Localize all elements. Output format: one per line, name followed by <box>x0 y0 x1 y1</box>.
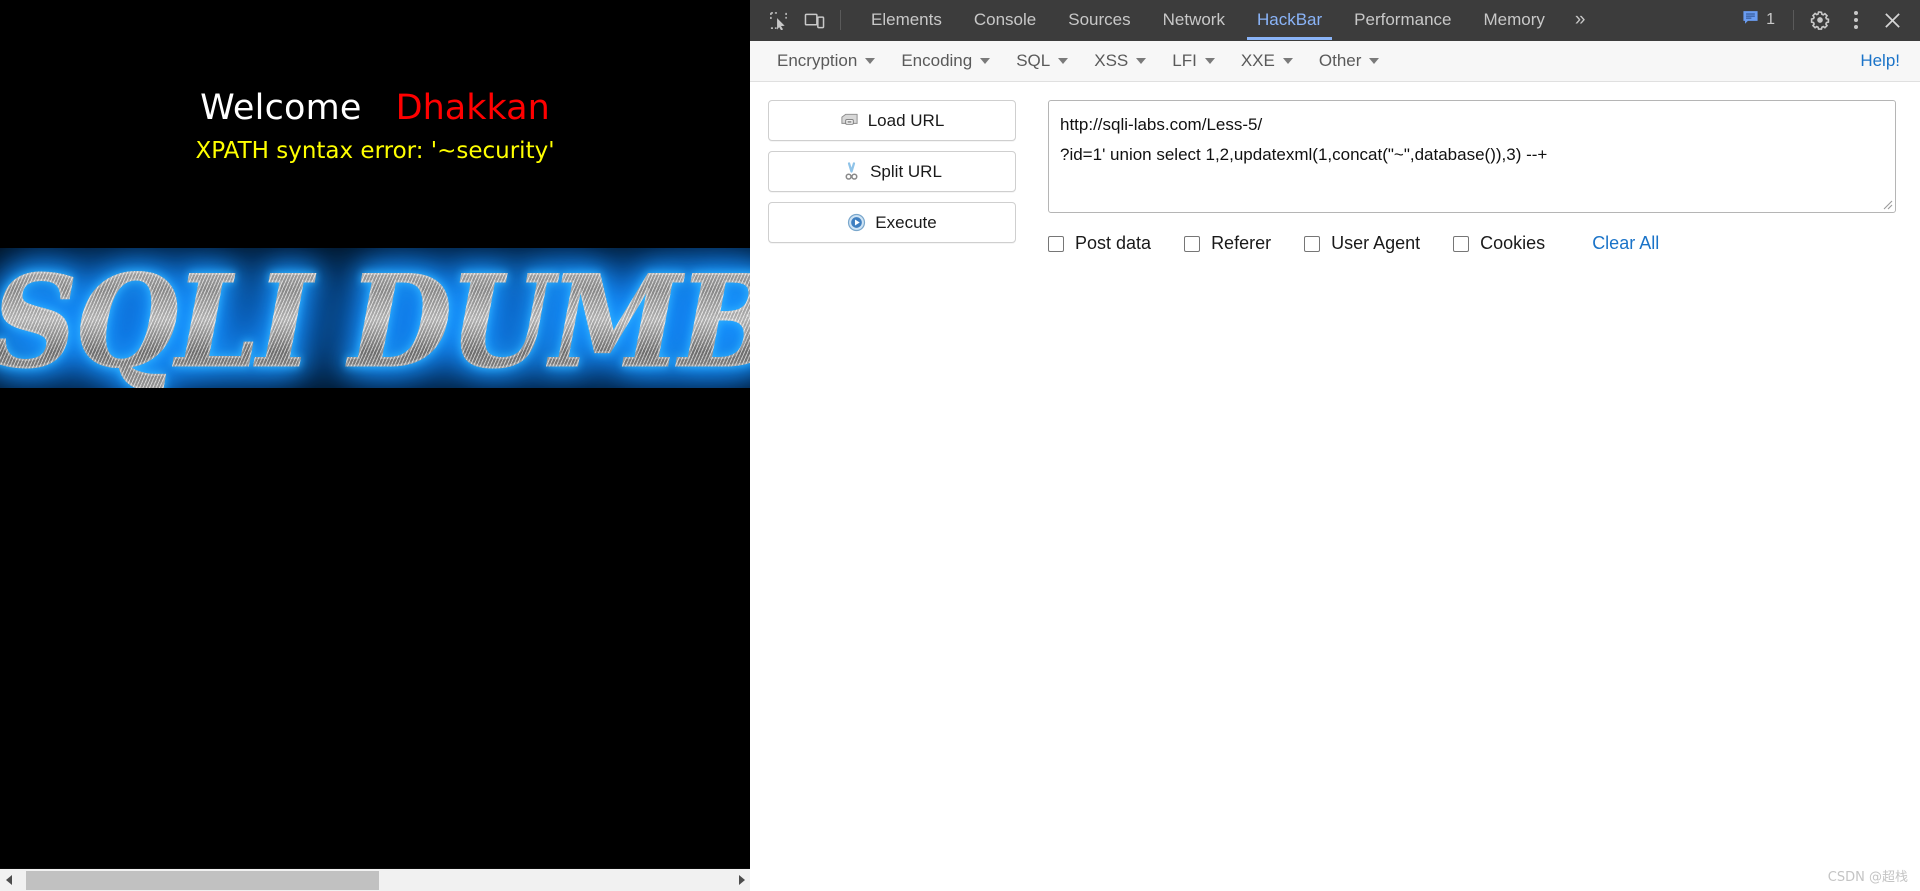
url-input[interactable] <box>1049 101 1895 212</box>
message-count-button[interactable]: 1 <box>1732 9 1785 31</box>
menu-encoding[interactable]: Encoding <box>888 46 1003 76</box>
checkbox-user-agent-label: User Agent <box>1331 233 1421 253</box>
csdn-watermark: CSDN @超栈 <box>1827 870 1908 885</box>
menu-xss-label: XSS <box>1094 51 1129 70</box>
scrollbar-thumb[interactable] <box>26 870 379 890</box>
scissors-icon <box>842 162 861 181</box>
menu-sql-label: SQL <box>1016 51 1051 70</box>
scroll-right-arrow-icon[interactable] <box>733 869 750 891</box>
devtools-left-icons <box>750 0 849 40</box>
tab-elements-label: Elements <box>871 10 942 29</box>
play-icon <box>847 213 866 232</box>
menu-xxe[interactable]: XXE <box>1228 46 1306 76</box>
checkbox-post-data-box[interactable] <box>1048 235 1064 252</box>
menu-xxe-label: XXE <box>1240 51 1275 70</box>
message-icon <box>1742 9 1759 31</box>
page-horizontal-scrollbar[interactable] <box>0 868 750 891</box>
chevron-down-icon <box>980 58 991 64</box>
menu-xss[interactable]: XSS <box>1081 46 1159 76</box>
clear-all-link[interactable]: Clear All <box>1592 233 1659 254</box>
menu-encryption[interactable]: Encryption <box>764 46 888 76</box>
sqli-dumb-banner: SQLI DUMB <box>0 248 750 388</box>
toolbar-divider <box>840 10 841 30</box>
checkbox-user-agent-box[interactable] <box>1304 235 1321 252</box>
chevron-down-icon <box>865 58 876 64</box>
tab-performance-label: Performance <box>1354 10 1452 29</box>
split-url-label: Split URL <box>870 161 942 181</box>
hackbar-action-buttons: Load URL Split URL Execute <box>750 100 1030 891</box>
hackbar-toolbar: Encryption Encoding SQL XSS LFI XXE Othe… <box>750 41 1920 82</box>
tab-memory-label: Memory <box>1483 10 1545 29</box>
menu-sql[interactable]: SQL <box>1003 46 1081 76</box>
welcome-label: Welcome <box>200 88 362 128</box>
tab-elements[interactable]: Elements <box>855 0 958 40</box>
menu-lfi[interactable]: LFI <box>1159 46 1228 76</box>
welcome-row: Welcome Dhakkan <box>0 88 750 128</box>
help-link[interactable]: Help! <box>1860 51 1906 71</box>
chevron-down-icon <box>1282 58 1293 64</box>
tab-hackbar[interactable]: HackBar <box>1241 0 1338 40</box>
checkbox-referer-label: Referer <box>1211 233 1272 253</box>
checkbox-post-data[interactable]: Post data <box>1048 233 1151 254</box>
toolbar-divider-2 <box>1793 10 1794 30</box>
hackbar-panel: Encryption Encoding SQL XSS LFI XXE Othe… <box>750 41 1920 891</box>
load-url-label: Load URL <box>867 110 945 130</box>
xpath-error-message: XPATH syntax error: '~security' <box>195 138 555 164</box>
load-url-icon <box>840 111 859 130</box>
tab-sources[interactable]: Sources <box>1052 0 1146 40</box>
execute-label: Execute <box>875 212 937 232</box>
menu-other[interactable]: Other <box>1306 46 1393 76</box>
page-viewport: Welcome Dhakkan XPATH syntax error: '~sec… <box>0 0 750 868</box>
tab-network-label: Network <box>1162 10 1225 29</box>
tab-memory[interactable]: Memory <box>1468 0 1561 40</box>
devtools-right-icons: 1 <box>1732 0 1920 40</box>
chevron-down-icon <box>1369 58 1380 64</box>
hackbar-body: Load URL Split URL Execute http://sqli-l… <box>750 82 1920 891</box>
menu-encryption-label: Encryption <box>777 51 858 70</box>
kebab-menu-icon[interactable] <box>1838 11 1874 29</box>
tab-console[interactable]: Console <box>958 0 1052 40</box>
chevron-double-right-icon[interactable]: » <box>1561 0 1600 40</box>
checkbox-cookies-label: Cookies <box>1480 233 1546 253</box>
checkbox-cookies-box[interactable] <box>1453 235 1470 252</box>
hackbar-input-column: Post data Referer User Agent Cookie <box>1030 100 1920 891</box>
message-count-label: 1 <box>1766 11 1775 28</box>
chevron-down-icon <box>1136 58 1147 64</box>
devtools-tabstrip: Elements Console Sources Network HackBar… <box>750 0 1920 41</box>
devtools-tab-list: Elements Console Sources Network HackBar… <box>855 0 1599 40</box>
inspect-element-icon[interactable] <box>760 11 796 30</box>
tab-console-label: Console <box>973 10 1037 29</box>
tab-sources-label: Sources <box>1068 10 1131 29</box>
screen: Welcome Dhakkan XPATH syntax error: '~sec… <box>0 0 1920 891</box>
scroll-left-arrow-icon[interactable] <box>0 869 17 891</box>
scrollbar-track[interactable] <box>17 868 733 891</box>
checkbox-cookies[interactable]: Cookies <box>1453 233 1545 254</box>
load-url-button[interactable]: Load URL <box>768 100 1016 141</box>
execute-button[interactable]: Execute <box>768 202 1016 243</box>
sqli-dumb-banner-text: SQLI DUMB <box>0 248 750 388</box>
menu-other-label: Other <box>1318 51 1362 70</box>
browser-page-pane: Welcome Dhakkan XPATH syntax error: '~sec… <box>0 0 750 891</box>
checkbox-user-agent[interactable]: User Agent <box>1304 233 1420 254</box>
chevron-down-icon <box>1058 58 1069 64</box>
checkbox-referer[interactable]: Referer <box>1184 233 1271 254</box>
menu-encoding-label: Encoding <box>901 51 973 70</box>
split-url-button[interactable]: Split URL <box>768 151 1016 192</box>
tab-hackbar-label: HackBar <box>1256 10 1323 29</box>
menu-lfi-label: LFI <box>1172 51 1197 70</box>
gear-icon[interactable] <box>1802 10 1838 30</box>
checkbox-post-data-label: Post data <box>1075 233 1152 253</box>
tab-performance[interactable]: Performance <box>1338 0 1467 40</box>
tab-network[interactable]: Network <box>1147 0 1241 40</box>
device-toolbar-icon[interactable] <box>796 11 832 30</box>
chevron-down-icon <box>1204 58 1215 64</box>
url-field-wrapper <box>1048 100 1896 213</box>
welcome-username: Dhakkan <box>395 88 550 128</box>
devtools-panel: Elements Console Sources Network HackBar… <box>750 0 1920 891</box>
hackbar-options-row: Post data Referer User Agent Cookies Cle… <box>1048 233 1896 254</box>
checkbox-referer-box[interactable] <box>1184 235 1201 252</box>
close-icon[interactable] <box>1874 11 1910 30</box>
